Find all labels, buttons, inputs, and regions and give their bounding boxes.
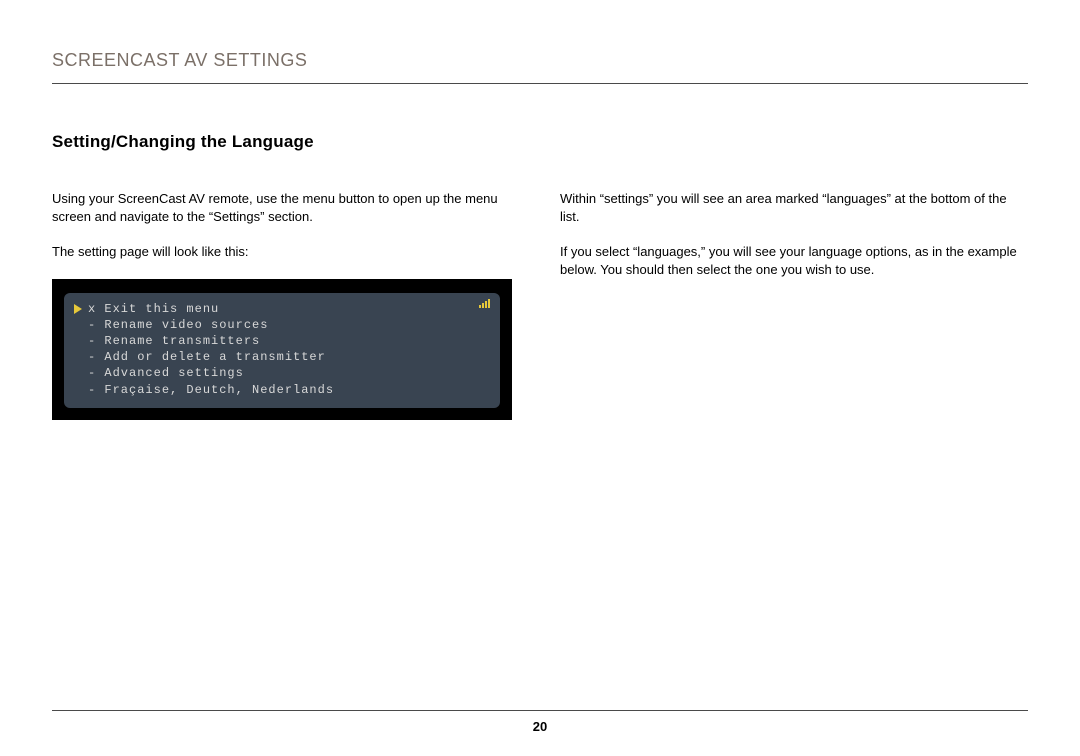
left-column: Using your ScreenCast AV remote, use the…	[52, 190, 520, 420]
page-number: 20	[0, 719, 1080, 734]
right-para-1: Within “settings” you will see an area m…	[560, 190, 1028, 225]
settings-screenshot: x Exit this menu - Rename video sources …	[52, 279, 512, 420]
content-columns: Using your ScreenCast AV remote, use the…	[52, 190, 1028, 420]
osd-menu-item: - Add or delete a transmitter	[74, 349, 490, 365]
osd-menu-item: x Exit this menu	[74, 301, 490, 317]
osd-label: Rename video sources	[104, 317, 268, 333]
osd-marker: -	[88, 317, 96, 333]
manual-page: SCREENCAST AV SETTINGS Setting/Changing …	[0, 0, 1080, 420]
right-para-2: If you select “languages,” you will see …	[560, 243, 1028, 278]
section-title: Setting/Changing the Language	[52, 132, 1028, 152]
osd-outer: x Exit this menu - Rename video sources …	[52, 279, 512, 420]
footer-rule	[52, 710, 1028, 711]
osd-menu-item: - Fraçaise, Deutch, Nederlands	[74, 382, 490, 398]
signal-icon	[479, 299, 490, 308]
osd-marker: -	[88, 333, 96, 349]
osd-menu-item: - Rename transmitters	[74, 333, 490, 349]
left-para-1: Using your ScreenCast AV remote, use the…	[52, 190, 520, 225]
page-header-title: SCREENCAST AV SETTINGS	[52, 50, 1028, 71]
osd-marker: -	[88, 365, 96, 381]
osd-label: Add or delete a transmitter	[104, 349, 325, 365]
osd-panel: x Exit this menu - Rename video sources …	[64, 293, 500, 408]
osd-menu-item: - Advanced settings	[74, 365, 490, 381]
osd-marker: -	[88, 382, 96, 398]
header-rule	[52, 83, 1028, 84]
osd-label: Rename transmitters	[104, 333, 260, 349]
osd-label: Exit this menu	[104, 301, 219, 317]
left-para-2: The setting page will look like this:	[52, 243, 520, 261]
osd-label: Advanced settings	[104, 365, 243, 381]
osd-label: Fraçaise, Deutch, Nederlands	[104, 382, 334, 398]
osd-marker: -	[88, 349, 96, 365]
pointer-icon	[74, 304, 82, 314]
osd-menu-item: - Rename video sources	[74, 317, 490, 333]
osd-marker: x	[88, 301, 96, 317]
right-column: Within “settings” you will see an area m…	[560, 190, 1028, 420]
